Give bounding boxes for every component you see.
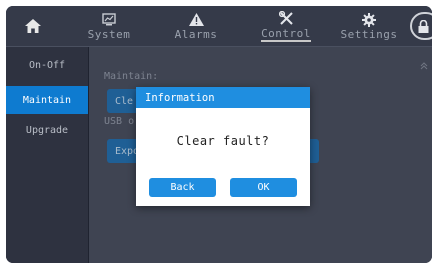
tab-settings-label: Settings xyxy=(340,28,398,41)
home-button[interactable] xyxy=(6,6,60,46)
sidebar-item-on-off[interactable]: On-Off xyxy=(6,51,88,79)
lock-button[interactable] xyxy=(410,12,432,40)
double-chevron-up-icon[interactable] xyxy=(420,55,428,74)
tab-control[interactable]: Control xyxy=(246,6,326,46)
tab-alarms-label: Alarms xyxy=(174,28,218,41)
sidebar-item-maintain[interactable]: Maintain xyxy=(6,86,88,114)
tab-system-label: System xyxy=(87,28,131,41)
sidebar-item-upgrade[interactable]: Upgrade xyxy=(6,116,88,144)
tools-icon xyxy=(278,10,294,27)
top-navigation: System Alarms Control Settings xyxy=(6,6,432,47)
lock-icon xyxy=(418,19,429,33)
dialog-message: Clear fault? xyxy=(176,134,270,148)
warning-icon xyxy=(188,11,204,28)
tab-control-label: Control xyxy=(261,27,311,42)
maintain-section-label: Maintain: xyxy=(104,71,159,82)
tab-system[interactable]: System xyxy=(72,6,146,46)
usb-section-label: USB o xyxy=(104,116,135,127)
sidebar: On-Off Maintain Upgrade xyxy=(6,47,88,263)
gear-icon xyxy=(362,11,376,28)
back-button[interactable]: Back xyxy=(149,178,216,197)
monitor-chart-icon xyxy=(102,11,116,28)
tab-settings[interactable]: Settings xyxy=(331,6,407,46)
information-dialog: Information Clear fault? Back OK xyxy=(136,87,310,206)
dialog-title: Information xyxy=(136,87,310,108)
home-icon xyxy=(25,19,41,33)
tab-alarms[interactable]: Alarms xyxy=(156,6,236,46)
ok-button[interactable]: OK xyxy=(230,178,297,197)
